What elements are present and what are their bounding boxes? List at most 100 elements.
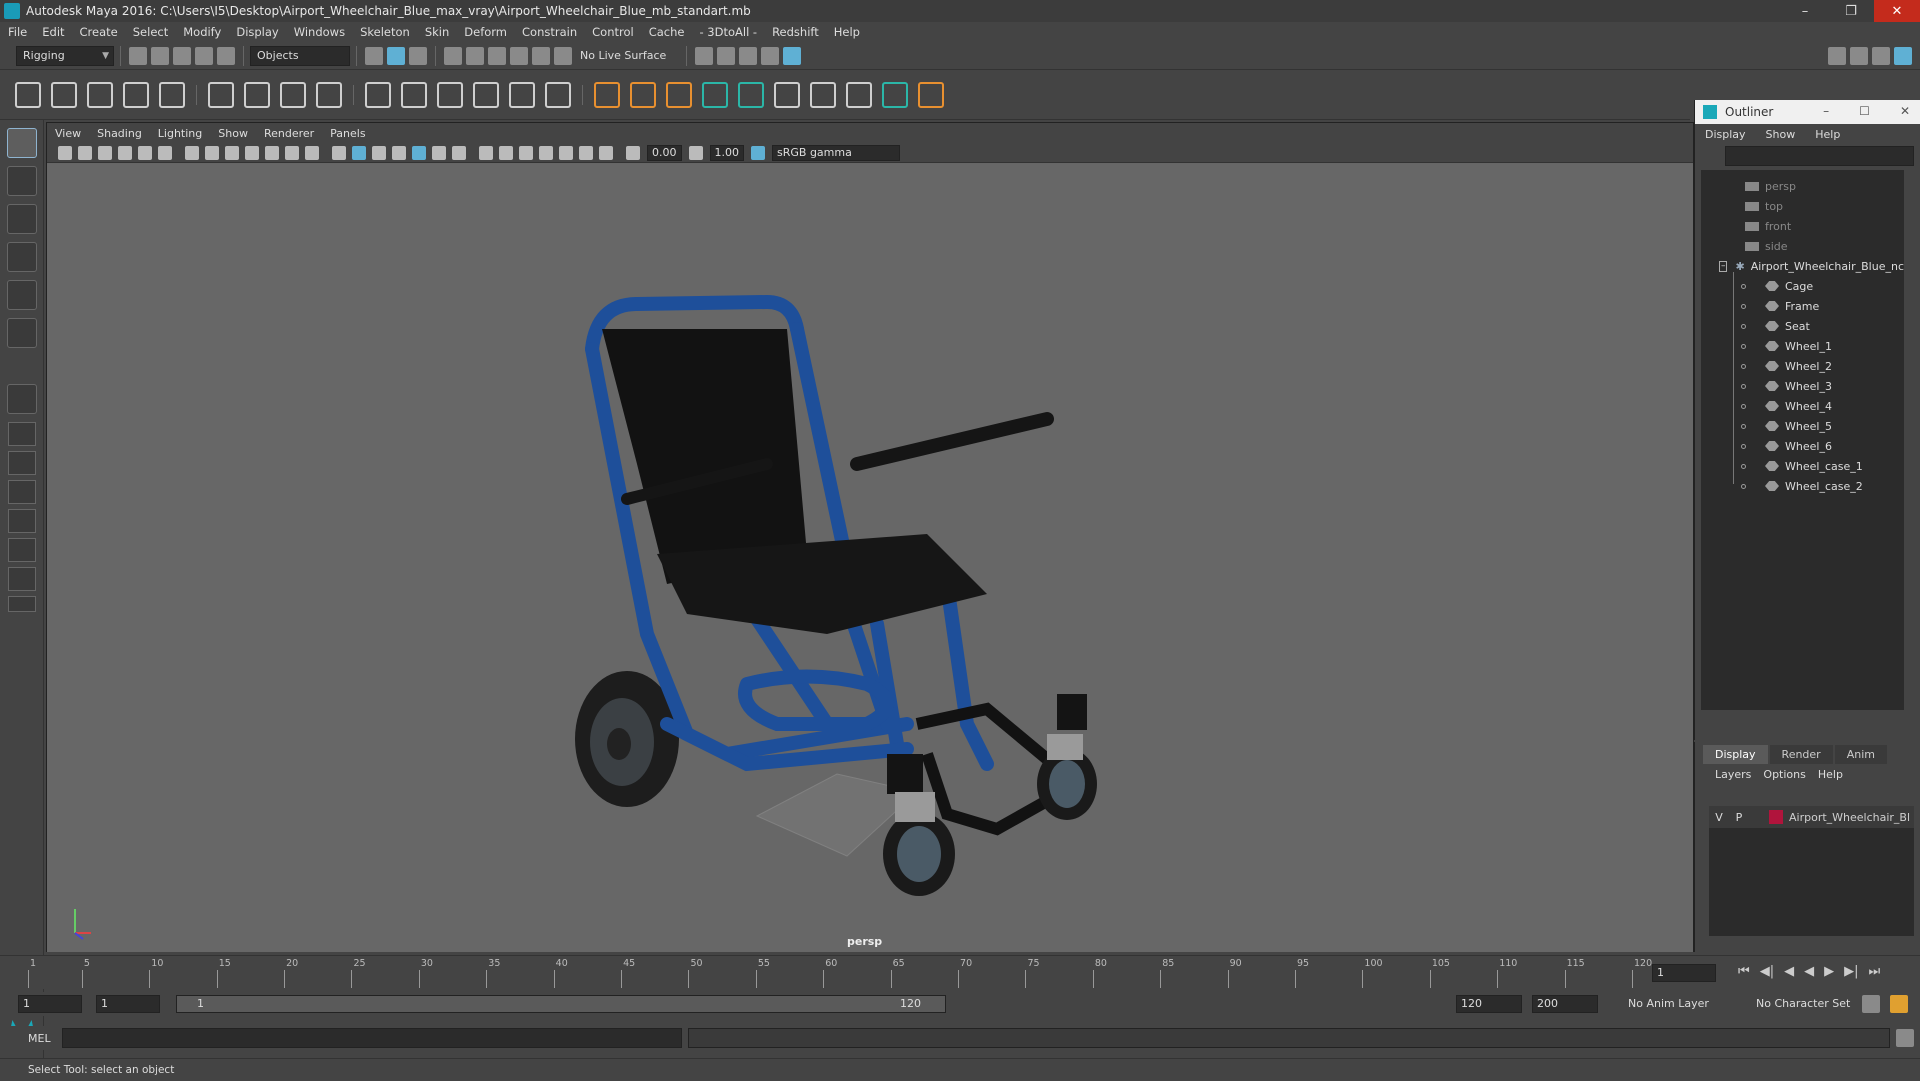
bind-skin-icon[interactable] [208, 81, 234, 108]
use-all-lights-icon[interactable] [412, 145, 426, 160]
anim-prefs-icon[interactable] [1862, 995, 1880, 1013]
menu-constrain[interactable]: Constrain [522, 25, 577, 39]
auto-key-icon[interactable] [1890, 995, 1908, 1013]
menu-modify[interactable]: Modify [183, 25, 221, 39]
outliner-item-persp[interactable]: persp [1701, 176, 1904, 196]
menu-skeleton[interactable]: Skeleton [360, 25, 410, 39]
color-management-icon[interactable] [751, 145, 765, 160]
film-gate-icon[interactable] [205, 145, 219, 160]
menu-edit[interactable]: Edit [42, 25, 64, 39]
paint-icon[interactable] [810, 81, 836, 108]
outliner-item-wheel-case-1[interactable]: Wheel_case_1 [1701, 456, 1904, 476]
ipr-render-icon[interactable] [717, 46, 736, 65]
redo-icon[interactable] [217, 46, 235, 65]
outliner-item-wheel-5[interactable]: Wheel_5 [1701, 416, 1904, 436]
menu-help[interactable]: Help [834, 25, 860, 39]
outliner-search-input[interactable] [1725, 146, 1914, 166]
snap-curve-icon[interactable] [466, 46, 484, 65]
pole-vector-icon[interactable] [545, 81, 571, 108]
layout-four-view-icon[interactable] [8, 422, 36, 446]
viewport-menu-renderer[interactable]: Renderer [264, 127, 314, 140]
menu-3dtoall[interactable]: - 3DtoAll - [699, 25, 757, 39]
safe-title-icon[interactable] [305, 145, 319, 160]
menu-skin[interactable]: Skin [425, 25, 449, 39]
ambient-occlusion-icon[interactable] [452, 145, 466, 160]
tool-settings-icon[interactable] [1872, 46, 1890, 65]
go-to-end-icon[interactable]: ⏭ [1868, 964, 1880, 979]
wireframe-icon[interactable] [332, 145, 346, 160]
menu-deform[interactable]: Deform [464, 25, 507, 39]
locator-icon[interactable] [594, 81, 620, 108]
pivot-locator-icon[interactable] [630, 81, 656, 108]
maya-logo-3-icon[interactable] [882, 81, 908, 108]
minimize-icon[interactable]: – [1782, 0, 1828, 22]
outliner-item-front[interactable]: front [1701, 216, 1904, 236]
modeling-toolkit-icon[interactable] [1828, 46, 1846, 65]
select-tool-icon[interactable] [7, 128, 37, 158]
tab-display[interactable]: Display [1703, 745, 1768, 764]
undo-icon[interactable] [195, 46, 213, 65]
command-input[interactable] [62, 1028, 682, 1048]
start-time-field[interactable]: 1 [18, 995, 82, 1013]
redshift-icon[interactable] [783, 46, 802, 65]
sketch-icon[interactable] [666, 81, 692, 108]
live-surface-label[interactable]: No Live Surface [580, 49, 666, 62]
menu-display[interactable]: Display [236, 25, 278, 39]
move-tool-icon[interactable] [7, 242, 37, 272]
playback-end-field[interactable]: 120 [1456, 995, 1522, 1013]
snap-point-icon[interactable] [488, 46, 506, 65]
outliner-minimize-icon[interactable]: – [1823, 104, 1829, 118]
xray-components-icon[interactable] [599, 145, 613, 160]
quick-rig-icon[interactable] [774, 81, 800, 108]
field-chart-icon[interactable] [265, 145, 279, 160]
outliner-item-wheel-3[interactable]: Wheel_3 [1701, 376, 1904, 396]
step-back-icon[interactable]: ◀| [1760, 964, 1774, 979]
select-hierarchy-icon[interactable] [365, 46, 383, 65]
anim-end-field[interactable]: 200 [1532, 995, 1598, 1013]
outliner-menu-display[interactable]: Display [1705, 128, 1746, 141]
anti-aliasing-icon[interactable] [499, 145, 513, 160]
close-icon[interactable]: ✕ [1874, 0, 1920, 22]
play-forward-icon[interactable]: ▶ [1824, 964, 1834, 979]
menu-windows[interactable]: Windows [294, 25, 345, 39]
layout-persp-graph-icon[interactable] [8, 480, 36, 504]
new-scene-icon[interactable] [129, 46, 147, 65]
outliner-item-seat[interactable]: Seat [1701, 316, 1904, 336]
camera-select-icon[interactable] [58, 145, 72, 160]
viewport-menu-lighting[interactable]: Lighting [158, 127, 202, 140]
menu-redshift[interactable]: Redshift [772, 25, 819, 39]
lattice-icon[interactable] [280, 81, 306, 108]
outliner-item-wheel-case-2[interactable]: Wheel_case_2 [1701, 476, 1904, 496]
two-d-pan-icon[interactable] [138, 145, 152, 160]
gamma-icon[interactable] [688, 145, 703, 160]
scale-tool-icon[interactable] [7, 318, 37, 348]
outliner-item-wheel-1[interactable]: Wheel_1 [1701, 336, 1904, 356]
go-to-start-icon[interactable]: ⏮ [1738, 964, 1750, 979]
layer-visibility-toggle[interactable]: V [1709, 811, 1729, 824]
selection-mode-dropdown[interactable]: Objects [250, 45, 350, 66]
safe-action-icon[interactable] [285, 145, 299, 160]
snap-grid-icon[interactable] [444, 46, 462, 65]
paint-select-tool-icon[interactable] [7, 204, 37, 234]
viewport-menu-shading[interactable]: Shading [97, 127, 142, 140]
insert-joint-icon[interactable] [51, 81, 77, 108]
scene-3d-view[interactable] [47, 164, 1693, 952]
snap-surface-icon[interactable] [532, 46, 550, 65]
render-frame-icon[interactable] [695, 46, 714, 65]
hypershade-icon[interactable] [761, 46, 780, 65]
textured-icon[interactable] [392, 145, 406, 160]
menu-file[interactable]: File [8, 25, 27, 39]
outliner-maximize-icon[interactable]: ☐ [1859, 104, 1870, 118]
channel-box-icon[interactable] [1894, 46, 1912, 65]
image-plane-icon[interactable] [118, 145, 132, 160]
bookmark-icon[interactable] [98, 145, 112, 160]
current-frame-field[interactable]: 1 [1652, 964, 1716, 982]
orient-constraint-icon[interactable] [437, 81, 463, 108]
parent-constraint-icon[interactable] [365, 81, 391, 108]
collapse-icon[interactable]: – [1719, 260, 1728, 272]
outliner-menu-help[interactable]: Help [1815, 128, 1840, 141]
rotate-tool-icon[interactable] [7, 280, 37, 310]
step-forward-key-icon[interactable]: ▶| [1844, 964, 1858, 979]
select-object-icon[interactable] [387, 46, 405, 65]
grease-pencil-icon[interactable] [158, 145, 172, 160]
